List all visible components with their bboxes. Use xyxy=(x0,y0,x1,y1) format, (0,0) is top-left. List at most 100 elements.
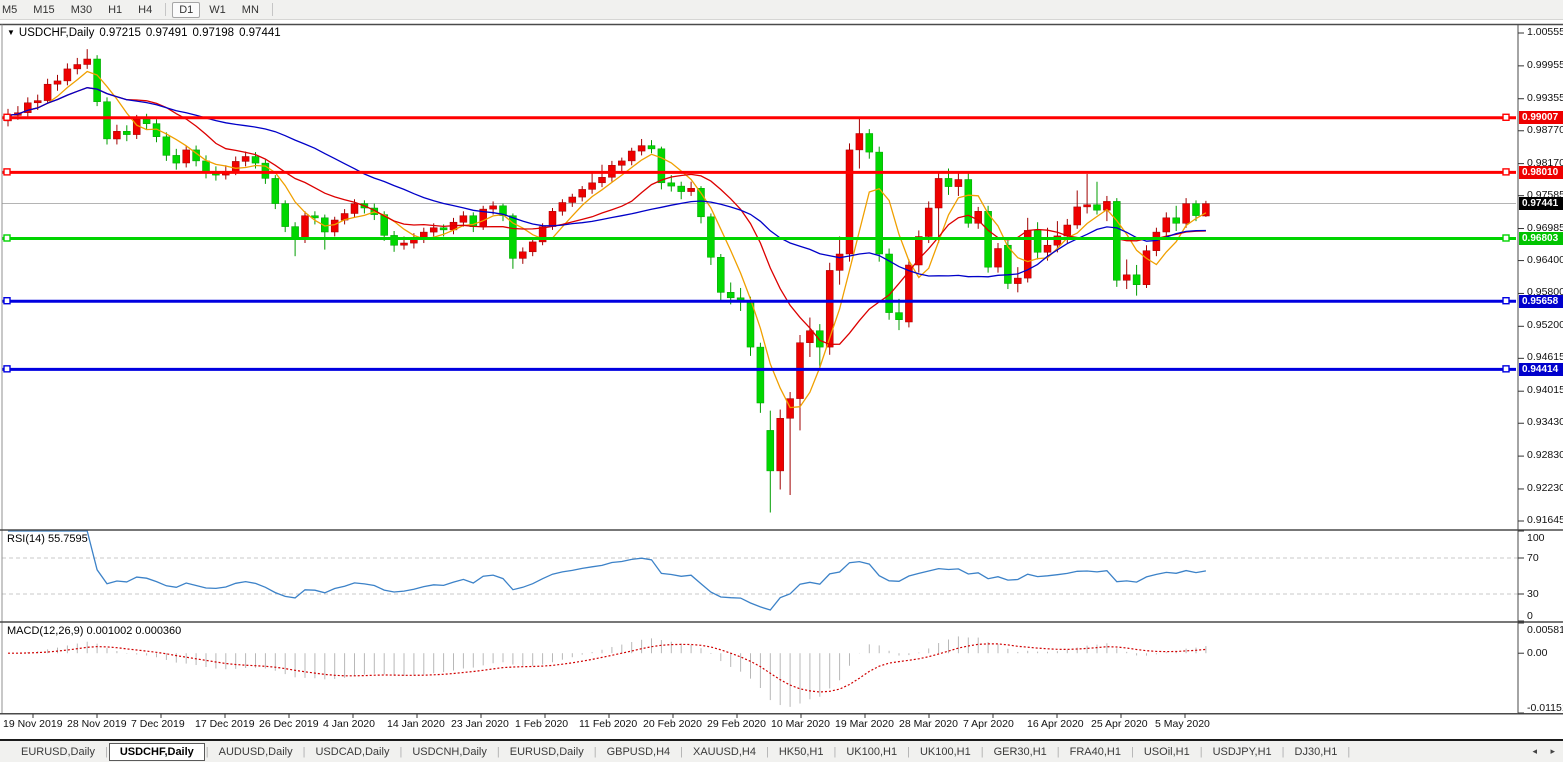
price-axis-label: 0.92230 xyxy=(1527,482,1563,494)
tab-separator: | xyxy=(907,746,910,758)
tab-scroll-right-icon[interactable]: ▸ xyxy=(1550,746,1555,757)
tab-gbpusd-h4[interactable]: GBPUSD,H4 xyxy=(598,744,680,760)
chart-title-open: 0.97215 xyxy=(99,27,141,39)
price-axis-label: 0.98770 xyxy=(1527,124,1563,136)
tab-separator: | xyxy=(680,746,683,758)
tab-separator: | xyxy=(1131,746,1134,758)
tab-separator: | xyxy=(766,746,769,758)
date-axis-label: 1 Feb 2020 xyxy=(515,718,568,730)
price-axis-label: 0.99955 xyxy=(1527,59,1563,71)
tab-separator: | xyxy=(833,746,836,758)
tab-usdjpy-h1[interactable]: USDJPY,H1 xyxy=(1204,744,1281,760)
date-axis-label: 11 Feb 2020 xyxy=(579,718,637,730)
price-axis-label: 1.00555 xyxy=(1527,26,1563,38)
timeframe-button-m30[interactable]: M30 xyxy=(64,2,99,18)
macd-indicator-label: MACD(12,26,9) 0.001002 0.000360 xyxy=(7,625,181,637)
date-axis-label: 17 Dec 2019 xyxy=(195,718,255,730)
price-axis-label: 0.91645 xyxy=(1527,514,1563,526)
tab-separator: | xyxy=(1282,746,1285,758)
macd-axis-label: 0.005818 xyxy=(1527,624,1563,636)
tab-separator: | xyxy=(1347,746,1350,758)
price-badge: 0.96803 xyxy=(1519,232,1563,245)
chart-title-close: 0.97441 xyxy=(239,27,281,39)
date-axis-label: 16 Apr 2020 xyxy=(1027,718,1084,730)
date-axis-label: 14 Jan 2020 xyxy=(387,718,445,730)
tab-dj30-h1[interactable]: DJ30,H1 xyxy=(1286,744,1347,760)
date-axis-label: 28 Mar 2020 xyxy=(899,718,958,730)
tab-separator: | xyxy=(303,746,306,758)
toolbar-separator xyxy=(272,3,273,16)
date-axis-label: 5 May 2020 xyxy=(1155,718,1210,730)
tab-usdchf-daily[interactable]: USDCHF,Daily xyxy=(109,743,205,761)
price-badge: 0.98010 xyxy=(1519,166,1563,179)
tab-separator: | xyxy=(399,746,402,758)
symbol-dropdown-icon[interactable]: ▼ xyxy=(7,28,15,37)
timeframe-button-mn[interactable]: MN xyxy=(235,2,266,18)
macd-axis-label: 0.00 xyxy=(1527,647,1547,659)
date-axis-label: 7 Dec 2019 xyxy=(131,718,185,730)
tab-separator: | xyxy=(105,746,108,758)
timeframe-button-m5[interactable]: M5 xyxy=(0,2,24,18)
date-axis-label: 26 Dec 2019 xyxy=(259,718,319,730)
rsi-axis-label: 100 xyxy=(1527,532,1545,544)
tab-separator: | xyxy=(1057,746,1060,758)
chart-window: ▼ USDCHF,Daily 0.97215 0.97491 0.97198 0.9744… xyxy=(0,20,1563,739)
tab-ger30-h1[interactable]: GER30,H1 xyxy=(985,744,1056,760)
timeframe-button-d1[interactable]: D1 xyxy=(172,2,200,18)
price-axis-label: 0.94615 xyxy=(1527,351,1563,363)
date-axis-label: 19 Nov 2019 xyxy=(3,718,63,730)
tab-eurusd-daily[interactable]: EURUSD,Daily xyxy=(12,744,104,760)
tab-fra40-h1[interactable]: FRA40,H1 xyxy=(1061,744,1130,760)
price-badge: 0.94414 xyxy=(1519,363,1563,376)
chart-tab-bar: EURUSD,Daily|USDCHF,Daily|AUDUSD,Daily|U… xyxy=(0,739,1563,762)
tab-separator: | xyxy=(981,746,984,758)
tab-eurusd-daily[interactable]: EURUSD,Daily xyxy=(501,744,593,760)
timeframe-buttons: M5M15M30H1H4 D1W1MN xyxy=(0,2,278,18)
chart-title-symbol: USDCHF,Daily xyxy=(19,27,94,39)
date-axis-label: 10 Mar 2020 xyxy=(771,718,830,730)
price-badge: 0.95658 xyxy=(1519,295,1563,308)
tab-separator: | xyxy=(1200,746,1203,758)
date-axis-label: 23 Jan 2020 xyxy=(451,718,509,730)
chart-title-high: 0.97491 xyxy=(146,27,188,39)
timeframe-toolbar: M5M15M30H1H4 D1W1MN xyxy=(0,0,1563,20)
date-axis-label: 20 Feb 2020 xyxy=(643,718,702,730)
rsi-axis-label: 70 xyxy=(1527,552,1539,564)
price-axis-label: 0.95200 xyxy=(1527,319,1563,331)
tab-uk100-h1[interactable]: UK100,H1 xyxy=(837,744,906,760)
date-axis-label: 25 Apr 2020 xyxy=(1091,718,1148,730)
tab-separator: | xyxy=(594,746,597,758)
date-axis-label: 19 Mar 2020 xyxy=(835,718,894,730)
price-axis-label: 0.94015 xyxy=(1527,384,1563,396)
date-axis-label: 29 Feb 2020 xyxy=(707,718,766,730)
tab-usoil-h1[interactable]: USOil,H1 xyxy=(1135,744,1199,760)
tab-xauusd-h4[interactable]: XAUUSD,H4 xyxy=(684,744,765,760)
tab-separator: | xyxy=(206,746,209,758)
tab-scroll-left-icon[interactable]: ◂ xyxy=(1532,746,1537,757)
price-axis-label: 0.99355 xyxy=(1527,92,1563,104)
tab-hk50-h1[interactable]: HK50,H1 xyxy=(770,744,833,760)
macd-axis-label: -0.011514 xyxy=(1527,702,1563,714)
timeframe-button-h4[interactable]: H4 xyxy=(131,2,159,18)
chart-canvas[interactable] xyxy=(0,20,1563,739)
price-badge: 0.97441 xyxy=(1519,197,1563,210)
date-axis-label: 7 Apr 2020 xyxy=(963,718,1014,730)
timeframe-button-w1[interactable]: W1 xyxy=(202,2,233,18)
price-axis-label: 0.96400 xyxy=(1527,254,1563,266)
date-axis-label: 4 Jan 2020 xyxy=(323,718,375,730)
price-axis-label: 0.93430 xyxy=(1527,416,1563,428)
tab-uk100-h1[interactable]: UK100,H1 xyxy=(911,744,980,760)
toolbar-separator xyxy=(165,3,166,16)
timeframe-button-m15[interactable]: M15 xyxy=(26,2,61,18)
rsi-indicator-label: RSI(14) 55.7595 xyxy=(7,533,88,545)
tab-usdcad-daily[interactable]: USDCAD,Daily xyxy=(306,744,398,760)
rsi-axis-label: 30 xyxy=(1527,588,1539,600)
timeframe-button-h1[interactable]: H1 xyxy=(101,2,129,18)
chart-title: ▼ USDCHF,Daily 0.97215 0.97491 0.97198 0.9744… xyxy=(7,27,286,39)
chart-title-low: 0.97198 xyxy=(192,27,234,39)
tab-audusd-daily[interactable]: AUDUSD,Daily xyxy=(210,744,302,760)
tab-usdcnh-daily[interactable]: USDCNH,Daily xyxy=(403,744,496,760)
price-axis-label: 0.92830 xyxy=(1527,449,1563,461)
price-badge: 0.99007 xyxy=(1519,111,1563,124)
tab-separator: | xyxy=(497,746,500,758)
